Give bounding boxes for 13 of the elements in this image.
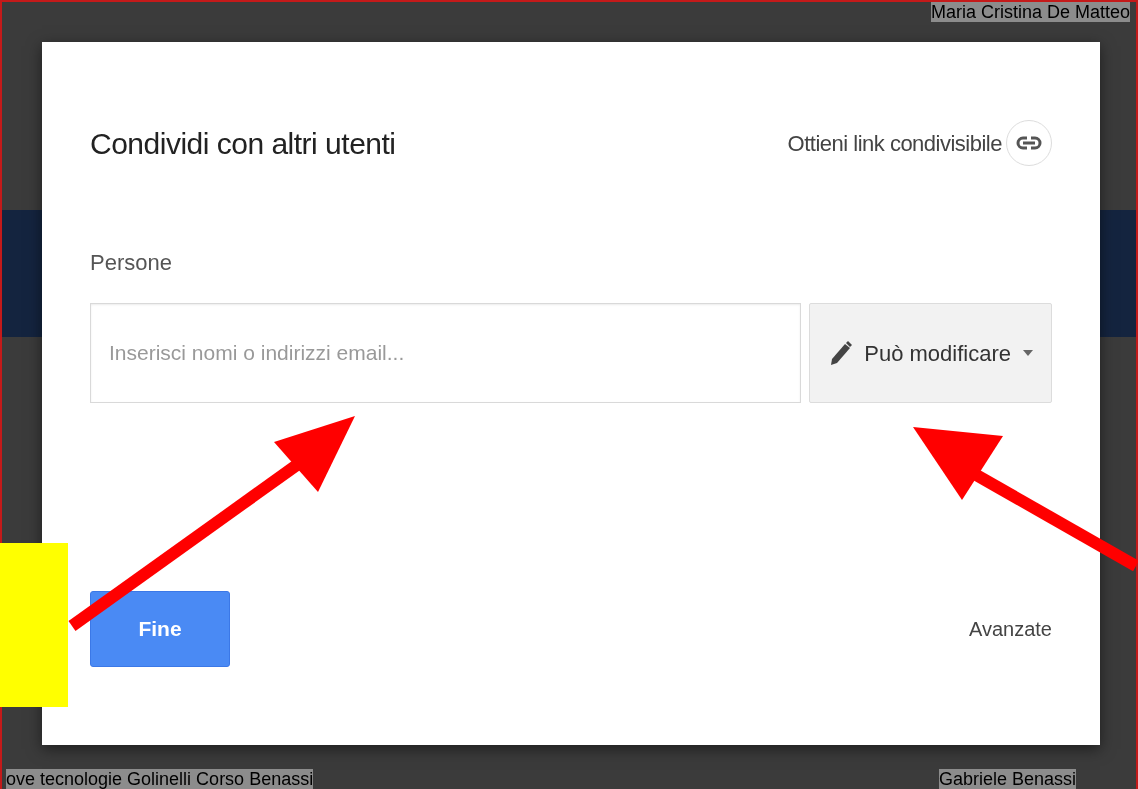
caret-icon	[1023, 350, 1033, 356]
background-text: Maria Cristina De Matteo	[930, 2, 1130, 22]
advanced-link[interactable]: Avanzate	[968, 614, 1052, 644]
link-button[interactable]	[1006, 120, 1052, 166]
dialog-title: Condividi con altri utenti	[90, 125, 396, 162]
background-text: ove tecnologie Golinelli Corso Benassi	[6, 769, 314, 789]
permission-dropdown[interactable]: Può modificare	[809, 303, 1052, 403]
background-text: Gabriele Benassi	[938, 769, 1076, 789]
people-label: Persone	[90, 249, 173, 277]
link-icon	[1016, 136, 1042, 150]
people-input-field[interactable]: Inserisci nomi o indirizzi email...	[90, 303, 802, 403]
pencil-icon	[828, 340, 853, 366]
share-link[interactable]: Ottieni link condivisibile	[787, 126, 1002, 160]
